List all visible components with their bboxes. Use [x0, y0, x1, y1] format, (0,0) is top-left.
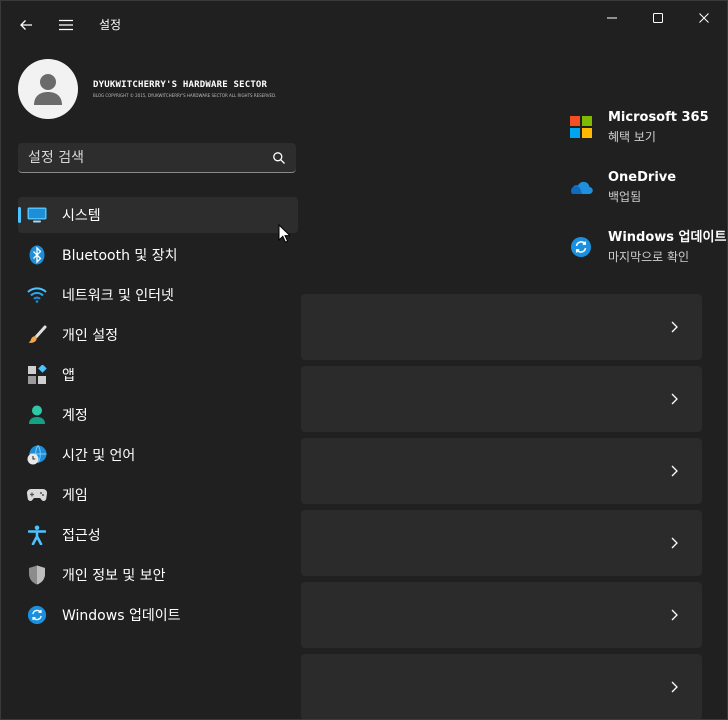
mouse-cursor-icon: [278, 224, 290, 243]
nav-item-apps[interactable]: 앱: [18, 357, 298, 393]
navigation-pane: DYUKWITCHERRY'S HARDWARE SECTOR BLOG COP…: [1, 49, 300, 717]
quick-link-title: Windows 업데이트: [608, 230, 727, 245]
quick-link-title: OneDrive: [608, 170, 677, 185]
avatar[interactable]: [18, 59, 78, 119]
accessibility-icon: [28, 525, 46, 545]
nav-item-gaming[interactable]: 게임: [18, 477, 298, 513]
nav-item-label: Bluetooth 및 장치: [62, 248, 178, 264]
apps-icon: [28, 365, 47, 384]
update-icon: [27, 605, 47, 625]
update-icon: [571, 237, 591, 257]
account-icon: [29, 405, 45, 424]
nav-item-label: 개인 정보 및 보안: [62, 568, 166, 584]
nav-item-windows-update[interactable]: Windows 업데이트: [18, 597, 298, 633]
settings-card[interactable]: [301, 654, 702, 719]
microsoft-logo-icon: [570, 116, 592, 138]
settings-card[interactable]: [301, 366, 702, 432]
nav-item-time-language[interactable]: 시간 및 언어: [18, 437, 298, 473]
settings-card[interactable]: [301, 510, 702, 576]
nav-item-system[interactable]: 시스템: [18, 197, 298, 233]
main-content: Microsoft 365 혜택 보기 OneDrive 백업됨 Windows…: [301, 1, 727, 719]
settings-card[interactable]: [301, 582, 702, 648]
nav-item-label: Windows 업데이트: [62, 608, 181, 624]
wifi-icon: [27, 287, 47, 303]
chevron-right-icon: [671, 609, 678, 621]
back-button[interactable]: [10, 9, 42, 41]
nav-item-accessibility[interactable]: 접근성: [18, 517, 298, 553]
nav-item-label: 게임: [62, 488, 88, 504]
chevron-right-icon: [671, 681, 678, 693]
quick-link-subtitle: 마지막으로 확인: [608, 250, 690, 264]
nav-item-personalization[interactable]: 개인 설정: [18, 317, 298, 353]
menu-button[interactable]: [50, 9, 82, 41]
nav-item-label: 시간 및 언어: [62, 448, 136, 464]
nav-item-accounts[interactable]: 계정: [18, 397, 298, 433]
nav-item-label: 개인 설정: [62, 328, 118, 344]
nav-item-network[interactable]: 네트워크 및 인터넷: [18, 277, 298, 313]
chevron-right-icon: [671, 321, 678, 333]
brush-icon: [28, 325, 47, 343]
settings-window: 설정 Microsoft 365 혜택 보기 OneDrive 백업됨 Wind…: [0, 0, 728, 720]
search-input[interactable]: [28, 143, 258, 173]
selection-indicator: [18, 207, 21, 223]
globe-clock-icon: [27, 445, 47, 465]
nav-item-bluetooth[interactable]: Bluetooth 및 장치: [18, 237, 298, 273]
search-box[interactable]: [18, 143, 296, 173]
gamepad-icon: [27, 488, 47, 502]
nav-item-label: 앱: [62, 368, 75, 384]
nav-item-label: 시스템: [62, 208, 101, 224]
quick-link-title: Microsoft 365: [608, 110, 709, 125]
chevron-right-icon: [671, 465, 678, 477]
quick-link-subtitle: 백업됨: [608, 190, 642, 204]
nav-item-label: 네트워크 및 인터넷: [62, 288, 174, 304]
profile-name: DYUKWITCHERRY'S HARDWARE SECTOR: [93, 80, 268, 90]
profile-subtitle: BLOG COPYRIGHT © 2015, DYUKWITCHERRY'S H…: [93, 93, 277, 98]
nav-item-privacy-security[interactable]: 개인 정보 및 보안: [18, 557, 298, 593]
monitor-icon: [27, 207, 47, 223]
onedrive-icon: [571, 181, 593, 195]
back-arrow-icon: [20, 20, 32, 30]
window-title: 설정: [99, 18, 122, 32]
settings-card[interactable]: [301, 294, 702, 360]
bluetooth-icon: [29, 245, 45, 265]
quick-link-onedrive[interactable]: OneDrive 백업됨: [569, 169, 676, 207]
hamburger-icon: [59, 19, 73, 31]
search-icon[interactable]: [272, 151, 286, 165]
nav-item-label: 접근성: [62, 528, 101, 544]
chevron-right-icon: [671, 393, 678, 405]
quick-link-subtitle: 혜택 보기: [608, 130, 656, 144]
chevron-right-icon: [671, 537, 678, 549]
quick-link-windows-update[interactable]: Windows 업데이트 마지막으로 확인: [569, 229, 726, 267]
shield-icon: [29, 565, 45, 585]
nav-item-label: 계정: [62, 408, 88, 424]
quick-link-microsoft365[interactable]: Microsoft 365 혜택 보기: [569, 109, 709, 147]
settings-card[interactable]: [301, 438, 702, 504]
user-avatar-icon: [34, 74, 62, 105]
